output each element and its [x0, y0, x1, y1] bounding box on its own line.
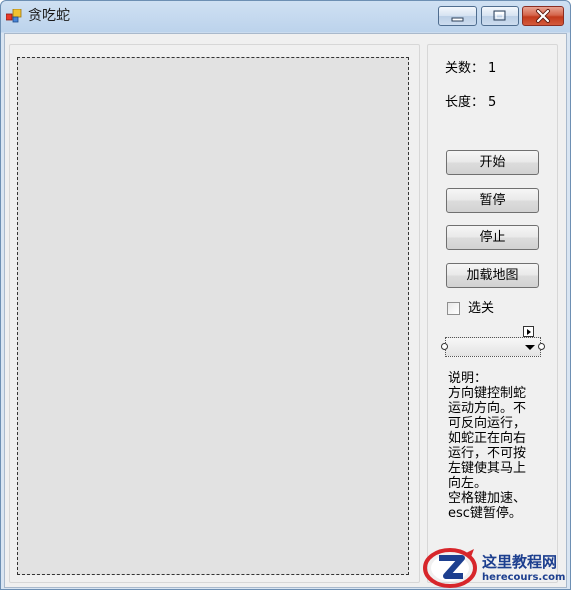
- chevron-down-icon[interactable]: [525, 345, 535, 350]
- level-select-checkbox[interactable]: [447, 302, 460, 315]
- pause-button[interactable]: 暂停: [446, 188, 539, 213]
- level-value: 1: [488, 61, 497, 76]
- main-window: 贪吃蛇 关数： 1 长度： 5 开始 暂停 停止 加载地图 选关 说明： 方向键…: [0, 0, 571, 590]
- game-panel: [9, 44, 420, 583]
- start-button[interactable]: 开始: [446, 150, 539, 175]
- instructions-line: 如蛇正在向右: [448, 431, 527, 446]
- instructions-line: 左键使其马上: [448, 461, 527, 476]
- instructions-line: 向左。: [448, 476, 488, 491]
- length-label: 长度：: [445, 95, 485, 110]
- title-bar[interactable]: 贪吃蛇: [1, 1, 570, 32]
- control-panel: 关数： 1 长度： 5 开始 暂停 停止 加载地图 选关 说明： 方向键控制蛇 …: [427, 44, 558, 583]
- instructions-line: esc键暂停。: [448, 506, 522, 521]
- stop-button[interactable]: 停止: [446, 225, 539, 250]
- instructions-line: 可反向运行，: [448, 416, 527, 431]
- level-select-label: 选关: [468, 301, 495, 316]
- close-icon: [536, 9, 550, 23]
- close-button[interactable]: [522, 6, 564, 26]
- maximize-icon: [493, 10, 506, 21]
- minimize-button[interactable]: [438, 6, 477, 26]
- instructions-line: 说明：: [448, 371, 488, 386]
- resize-handle-right[interactable]: [538, 343, 545, 350]
- window-title: 贪吃蛇: [28, 8, 70, 24]
- app-icon: [6, 9, 22, 23]
- watermark-url: herecours.com: [482, 572, 566, 583]
- load-map-button[interactable]: 加载地图: [446, 263, 539, 288]
- maximize-button[interactable]: [481, 6, 519, 26]
- instructions-text: 说明： 方向键控制蛇 运动方向。不 可反向运行， 如蛇正在向右 运行，不可按 左…: [448, 371, 548, 521]
- watermark-logo-icon: [423, 548, 477, 588]
- level-stat: 关数： 1: [445, 61, 496, 77]
- level-label: 关数：: [445, 61, 485, 76]
- instructions-line: 运动方向。不: [448, 401, 527, 416]
- site-watermark: 这里教程网 herecours.com: [422, 547, 570, 589]
- watermark-name: 这里教程网: [482, 553, 558, 571]
- level-combo-wrap: [441, 326, 545, 357]
- minimize-icon: [451, 17, 464, 22]
- smart-tag-icon[interactable]: [523, 326, 534, 337]
- client-area: 关数： 1 长度： 5 开始 暂停 停止 加载地图 选关 说明： 方向键控制蛇 …: [4, 33, 567, 588]
- length-stat: 长度： 5: [445, 95, 496, 111]
- resize-handle-left[interactable]: [441, 343, 448, 350]
- instructions-line: 方向键控制蛇: [448, 386, 527, 401]
- game-board[interactable]: [17, 57, 409, 575]
- instructions-line: 空格键加速、: [448, 491, 527, 506]
- instructions-line: 运行，不可按: [448, 446, 527, 461]
- length-value: 5: [488, 95, 497, 110]
- level-combo[interactable]: [445, 337, 541, 357]
